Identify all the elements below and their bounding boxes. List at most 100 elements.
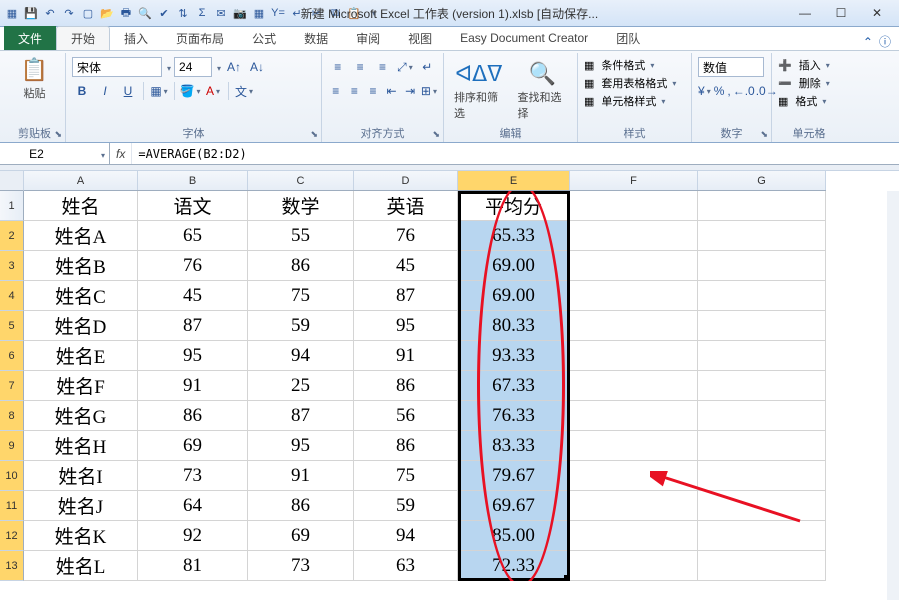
preview-icon[interactable]: 🔍 — [137, 5, 153, 21]
decimal-inc-icon[interactable]: ←.0 — [734, 81, 754, 101]
row-header[interactable]: 7 — [0, 371, 24, 401]
cell[interactable]: 67.33 — [458, 371, 570, 401]
bold-button[interactable]: B — [72, 81, 92, 101]
cell[interactable]: 姓名J — [24, 491, 138, 521]
cell[interactable]: 73 — [248, 551, 354, 581]
conditional-format-button[interactable]: ▦条件格式 — [584, 57, 685, 73]
cell[interactable]: 59 — [248, 311, 354, 341]
cell[interactable] — [570, 491, 698, 521]
cell[interactable]: 73 — [138, 461, 248, 491]
cell[interactable] — [698, 191, 826, 221]
cell[interactable]: 姓名K — [24, 521, 138, 551]
shrink-font-icon[interactable]: A↓ — [247, 57, 267, 77]
cell[interactable] — [698, 491, 826, 521]
tab-edc[interactable]: Easy Document Creator — [446, 26, 602, 50]
row-header[interactable]: 9 — [0, 431, 24, 461]
cell[interactable] — [570, 551, 698, 581]
grid[interactable]: 姓名语文数学英语平均分姓名A65557665.33姓名B76864569.00姓… — [24, 191, 826, 581]
italic-button[interactable]: I — [95, 81, 115, 101]
cell[interactable]: 76.33 — [458, 401, 570, 431]
cell[interactable]: 姓名E — [24, 341, 138, 371]
cell[interactable]: 69.67 — [458, 491, 570, 521]
dialog-launcher-icon[interactable]: ⬊ — [310, 129, 318, 140]
cell[interactable]: 63 — [354, 551, 458, 581]
cell[interactable]: 59 — [354, 491, 458, 521]
tab-insert[interactable]: 插入 — [110, 26, 162, 50]
grow-font-icon[interactable]: A↑ — [224, 57, 244, 77]
indent-dec-icon[interactable]: ⇤ — [384, 81, 400, 101]
maximize-button[interactable]: ☐ — [827, 4, 855, 22]
font-color-button[interactable]: A — [203, 81, 223, 101]
cell[interactable] — [570, 431, 698, 461]
cell[interactable] — [570, 341, 698, 371]
cell[interactable]: 姓名B — [24, 251, 138, 281]
cell[interactable]: 80.33 — [458, 311, 570, 341]
cell[interactable]: 95 — [248, 431, 354, 461]
dialog-launcher-icon[interactable]: ⬊ — [432, 129, 440, 140]
table-format-button[interactable]: ▦套用表格格式 — [584, 75, 685, 91]
col-header-d[interactable]: D — [354, 171, 458, 190]
cell[interactable]: 87 — [354, 281, 458, 311]
redo-icon[interactable]: ↷ — [61, 5, 77, 21]
font-size-select[interactable] — [174, 57, 212, 77]
excel-icon[interactable]: ▦ — [4, 5, 20, 21]
cell[interactable]: 45 — [138, 281, 248, 311]
cell[interactable] — [570, 191, 698, 221]
delete-cells-button[interactable]: ➖删除 — [778, 75, 840, 91]
cell[interactable]: 65 — [138, 221, 248, 251]
cell[interactable]: 69.00 — [458, 251, 570, 281]
cell[interactable]: 95 — [138, 341, 248, 371]
cell[interactable]: 94 — [354, 521, 458, 551]
row-header[interactable]: 8 — [0, 401, 24, 431]
cell[interactable] — [698, 281, 826, 311]
cell[interactable]: 87 — [248, 401, 354, 431]
cell[interactable] — [698, 401, 826, 431]
minimize-button[interactable]: — — [791, 4, 819, 22]
cell[interactable] — [570, 371, 698, 401]
cell[interactable] — [570, 281, 698, 311]
tab-review[interactable]: 审阅 — [342, 26, 394, 50]
align-center-icon[interactable]: ≡ — [347, 81, 363, 101]
tab-home[interactable]: 开始 — [56, 26, 110, 50]
col-header-g[interactable]: G — [698, 171, 826, 190]
undo-icon[interactable]: ↶ — [42, 5, 58, 21]
cell[interactable]: 姓名D — [24, 311, 138, 341]
cell[interactable]: 姓名F — [24, 371, 138, 401]
cell[interactable] — [698, 221, 826, 251]
col-header-b[interactable]: B — [138, 171, 248, 190]
dialog-launcher-icon[interactable]: ⬊ — [54, 129, 62, 140]
ribbon-minimize-icon[interactable]: ⌃ — [863, 35, 873, 49]
spell-icon[interactable]: ✔ — [156, 5, 172, 21]
tab-formulas[interactable]: 公式 — [238, 26, 290, 50]
cell[interactable]: 81 — [138, 551, 248, 581]
cell[interactable]: 91 — [248, 461, 354, 491]
cell[interactable]: 数学 — [248, 191, 354, 221]
cell[interactable] — [698, 431, 826, 461]
row-header[interactable]: 5 — [0, 311, 24, 341]
cell[interactable]: 76 — [138, 251, 248, 281]
cell[interactable]: 92 — [138, 521, 248, 551]
cell[interactable]: 93.33 — [458, 341, 570, 371]
cell[interactable]: 45 — [354, 251, 458, 281]
vertical-scrollbar[interactable] — [887, 191, 899, 600]
print-icon[interactable]: 🖶 — [118, 5, 134, 21]
cell[interactable]: 69.00 — [458, 281, 570, 311]
row-header[interactable]: 11 — [0, 491, 24, 521]
camera-icon[interactable]: 📷 — [232, 5, 248, 21]
cell[interactable]: 72.33 — [458, 551, 570, 581]
cell[interactable] — [698, 311, 826, 341]
cell[interactable]: 69 — [138, 431, 248, 461]
cell[interactable]: 94 — [248, 341, 354, 371]
cell[interactable]: 姓名A — [24, 221, 138, 251]
cell[interactable]: 25 — [248, 371, 354, 401]
phonetic-button[interactable]: 文 — [234, 81, 254, 101]
cell[interactable] — [570, 251, 698, 281]
name-box[interactable]: E2 — [0, 143, 110, 164]
calc-icon[interactable]: ▦ — [251, 5, 267, 21]
align-middle-icon[interactable]: ≡ — [350, 57, 369, 77]
sort-icon[interactable]: ⇅ — [175, 5, 191, 21]
close-button[interactable]: ✕ — [863, 4, 891, 22]
cell[interactable]: 75 — [354, 461, 458, 491]
tab-team[interactable]: 团队 — [602, 26, 654, 50]
tab-data[interactable]: 数据 — [290, 26, 342, 50]
